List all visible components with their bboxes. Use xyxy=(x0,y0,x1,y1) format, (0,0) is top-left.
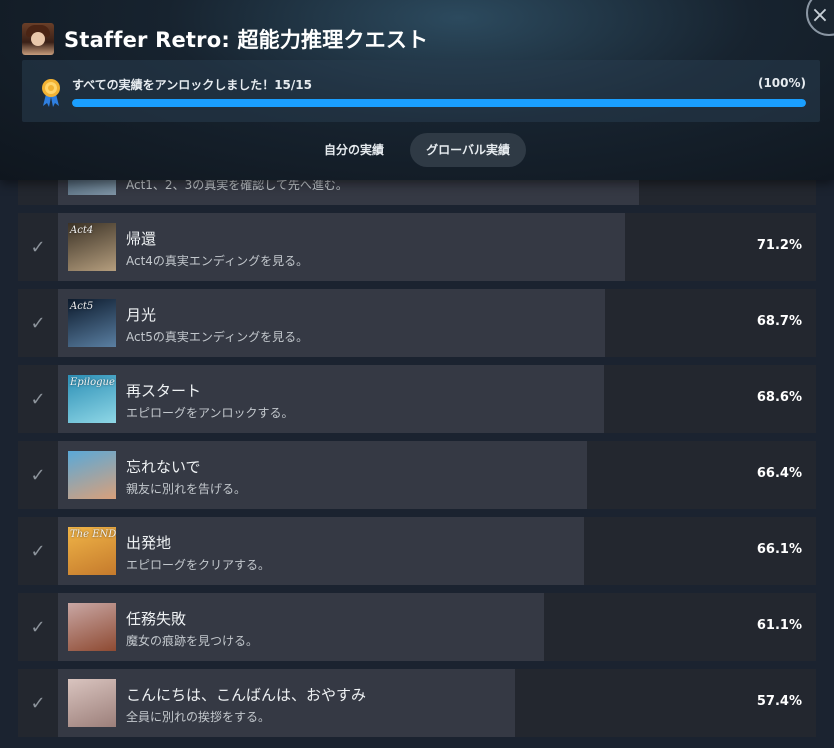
achievement-global-percent: 66.1% xyxy=(756,542,802,557)
achievement-thumbnail: Epilogue xyxy=(68,375,116,423)
progress-text: すべての実績をアンロックしました！15/15 xyxy=(72,78,312,92)
achievement-thumbnail: Act4 xyxy=(68,223,116,271)
game-title: Staffer Retro: 超能力推理クエスト xyxy=(64,28,429,52)
tab-bar: 自分の実績 グローバル実績 xyxy=(0,133,834,167)
achievement-description: 親友に別れを告げる。 xyxy=(126,482,247,496)
tab-global-achievements[interactable]: グローバル実績 xyxy=(410,133,526,167)
achievement-description: エピローグをクリアする。 xyxy=(126,558,271,572)
achievement-row[interactable]: ✓ Act5 月光 Act5の真実エンディングを見る。 68.7% xyxy=(18,289,816,357)
achievement-global-percent: 57.4% xyxy=(756,694,802,709)
achievement-thumbnail: The END xyxy=(68,527,116,575)
achievement-global-percent: 71.2% xyxy=(756,238,802,253)
checkmark-icon: ✓ xyxy=(30,616,46,638)
close-icon: × xyxy=(810,3,830,28)
medal-icon xyxy=(42,79,60,107)
progress-bar-fill xyxy=(72,99,806,107)
thumbnail-logo-text: Act5 xyxy=(70,301,94,312)
achievement-description: Act5の真実エンディングを見る。 xyxy=(126,330,309,344)
achievement-name: 任務失敗 xyxy=(126,610,187,628)
achievement-global-percent: 68.7% xyxy=(756,314,802,329)
checkmark-icon: ✓ xyxy=(30,540,46,562)
achievement-name: 忘れないで xyxy=(126,458,201,476)
achievement-name: 出発地 xyxy=(126,534,172,552)
game-icon xyxy=(22,23,54,55)
achievement-description: Act4の真実エンディングを見る。 xyxy=(126,254,309,268)
achievement-row[interactable]: ✓ The END 出発地エピローグをクリアする。 66.1% xyxy=(18,517,816,585)
achievement-global-percent: 68.6% xyxy=(756,390,802,405)
thumbnail-logo-text: Epilogue xyxy=(70,377,115,388)
achievement-name: 月光 xyxy=(126,306,157,324)
achievement-row[interactable]: ✓ Act4 帰還 Act4の真実エンディングを見る。 71.2% xyxy=(18,213,816,281)
achievement-name: こんにちは、こんばんは、おやすみ xyxy=(126,686,367,704)
close-button[interactable]: × xyxy=(806,0,834,36)
achievement-global-percent: 66.4% xyxy=(756,466,802,481)
tab-my-achievements[interactable]: 自分の実績 xyxy=(308,133,400,167)
achievement-thumbnail xyxy=(68,451,116,499)
checkmark-icon: ✓ xyxy=(30,388,46,410)
achievement-row[interactable]: ✓ こんにちは、こんばんは、おやすみ全員に別れの挨拶をする。 57.4% xyxy=(18,669,816,737)
achievement-name: 帰還 xyxy=(126,230,157,248)
checkmark-icon: ✓ xyxy=(30,236,46,258)
checkmark-icon: ✓ xyxy=(30,312,46,334)
achievement-description: 全員に別れの挨拶をする。 xyxy=(126,710,271,724)
achievement-global-percent: 61.1% xyxy=(756,618,802,633)
checkmark-icon: ✓ xyxy=(30,692,46,714)
achievement-name: 再スタート xyxy=(126,382,202,400)
progress-panel: すべての実績をアンロックしました！15/15 (100%) xyxy=(22,60,820,122)
achievement-thumbnail xyxy=(68,603,116,651)
checkmark-icon: ✓ xyxy=(30,464,46,486)
achievement-thumbnail xyxy=(68,679,116,727)
game-icon-face xyxy=(31,32,45,46)
achievement-description: 魔女の痕跡を見つける。 xyxy=(126,634,259,648)
progress-percent: (100%) xyxy=(757,76,806,90)
achievement-row[interactable]: ✓ 忘れないで親友に別れを告げる。 66.4% xyxy=(18,441,816,509)
thumbnail-logo-text: The END xyxy=(70,529,116,540)
achievement-row[interactable]: ✓ Epilogue 再スタートエピローグをアンロックする。 68.6% xyxy=(18,365,816,433)
progress-bar xyxy=(72,99,806,107)
thumbnail-logo-text: Act4 xyxy=(70,225,94,236)
achievement-description: エピローグをアンロックする。 xyxy=(126,406,294,420)
achievement-row[interactable]: ✓ 任務失敗魔女の痕跡を見つける。 61.1% xyxy=(18,593,816,661)
achievement-thumbnail: Act5 xyxy=(68,299,116,347)
header: Staffer Retro: 超能力推理クエスト × すべての実績をアンロックし… xyxy=(0,0,834,180)
